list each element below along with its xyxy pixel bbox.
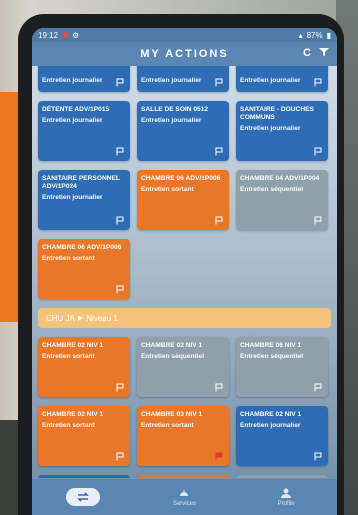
card-room: CHAMBRE 02 NIV 1 bbox=[42, 342, 104, 349]
refresh-button[interactable]: C bbox=[303, 47, 311, 60]
action-card[interactable]: Entretien journalier bbox=[137, 66, 229, 92]
services-icon bbox=[179, 490, 190, 496]
action-card[interactable]: CHAMBRE 06 ADV/1P006 Entretien sortant bbox=[137, 170, 229, 230]
card-task: Entretien sortant bbox=[42, 422, 95, 429]
flag-icon[interactable] bbox=[215, 216, 223, 225]
card-task: Entretien journalier bbox=[240, 422, 301, 429]
signal-icon: ▴ bbox=[298, 30, 303, 40]
action-card[interactable]: CHAMBRE 02 NIV 1 Entretien sortant bbox=[38, 337, 130, 397]
action-card[interactable]: SANITAIRE PERSONNEL ADV/1P024 Entretien j… bbox=[38, 170, 130, 230]
nav-profile-label: Profile bbox=[277, 501, 295, 507]
flag-icon[interactable] bbox=[215, 78, 223, 87]
card-room: SANITAIRE - DOUCHES COMMUNS bbox=[240, 106, 314, 121]
action-card[interactable]: CHAMBRE 02 NIV 1Entretien sortant bbox=[137, 475, 229, 478]
action-card[interactable]: Entretien journalier bbox=[38, 66, 130, 92]
app-header: MY ACTIONS C bbox=[32, 42, 337, 66]
action-card[interactable]: DÉTENTE ADV/1P015 Entretien journalier bbox=[38, 101, 130, 161]
group-level: Niveau 1 bbox=[86, 313, 118, 323]
flag-icon[interactable] bbox=[116, 383, 124, 392]
action-card[interactable]: CHAMBRE 02 NIV 1 Entretien séquentiel bbox=[137, 337, 229, 397]
bottom-navigation: Services Profile bbox=[32, 479, 337, 515]
nav-services-label: Services bbox=[172, 501, 196, 507]
action-card[interactable]: CHAMBRE 04 NIV 1Entretien séquentiel bbox=[236, 475, 328, 478]
page-title: MY ACTIONS bbox=[140, 48, 229, 60]
flag-icon[interactable] bbox=[314, 216, 322, 225]
actions-grid-top: Entretien journalier Entretien journalier… bbox=[38, 66, 331, 299]
nav-services[interactable]: Services bbox=[154, 487, 214, 507]
card-room: CHAMBRE 02 NIV 1 bbox=[141, 342, 203, 349]
card-task: Entretien sortant bbox=[42, 255, 95, 262]
card-room: SANITAIRE PERSONNEL ADV/1P024 bbox=[42, 175, 120, 190]
card-room: SALLE DE SOIN 0512 bbox=[141, 106, 209, 113]
actions-list: Entretien journalier Entretien journalier… bbox=[32, 66, 337, 478]
flag-icon[interactable] bbox=[215, 147, 223, 156]
card-room: CHAMBRE 02 NIV 1 bbox=[42, 411, 104, 418]
card-room: CHAMBRE 06 ADV/1P006 bbox=[42, 244, 122, 251]
card-task: Entretien séquentiel bbox=[141, 353, 205, 360]
flag-icon[interactable] bbox=[116, 147, 124, 156]
flag-icon[interactable] bbox=[314, 78, 322, 87]
settings-status-icon: ⚙ bbox=[72, 30, 80, 40]
card-task: Entretien journalier bbox=[42, 194, 103, 201]
action-card[interactable]: SALLE DE SOIN 0512 Entretien journalier bbox=[137, 101, 229, 161]
record-indicator-icon bbox=[62, 32, 69, 38]
actions-icon bbox=[65, 488, 100, 506]
card-room: CHAMBRE 03 NIV 1 bbox=[141, 411, 203, 418]
chevron-right-icon: ▶ bbox=[77, 315, 84, 322]
flag-icon[interactable] bbox=[116, 216, 124, 225]
card-task: Entretien journalier bbox=[141, 77, 202, 84]
action-card[interactable]: Entretien journalier bbox=[236, 66, 328, 92]
card-room: CHAMBRE 02 NIV 1 bbox=[240, 411, 302, 418]
status-time: 19:12 bbox=[38, 30, 59, 40]
card-room: DÉTENTE ADV/1P015 bbox=[42, 106, 110, 113]
action-card[interactable]: CHAMBRE 04 ADV/1P004 Entretien séquentiel bbox=[236, 170, 328, 230]
nav-profile[interactable]: Profile bbox=[256, 487, 316, 507]
group-header[interactable]: CHU JA ▶ Niveau 1 bbox=[38, 308, 331, 328]
flag-icon[interactable] bbox=[116, 452, 124, 461]
flag-icon[interactable] bbox=[215, 452, 223, 461]
flag-icon[interactable] bbox=[314, 452, 322, 461]
flag-icon[interactable] bbox=[314, 147, 322, 156]
actions-grid-group: CHAMBRE 02 NIV 1 Entretien sortant CHAMBRE… bbox=[38, 337, 331, 478]
status-bar: 19:12 ⚙ ▴ 87% ▮ bbox=[32, 28, 337, 42]
battery-level: 87% bbox=[306, 30, 323, 40]
card-task: Entretien journalier bbox=[42, 77, 103, 84]
action-card[interactable]: CHAMBRE 03 NIV 1Entretien journalier bbox=[38, 475, 130, 478]
card-room: CHAMBRE 06 ADV/1P006 bbox=[141, 175, 221, 182]
card-task: Entretien séquentiel bbox=[240, 353, 304, 360]
action-card[interactable]: CHAMBRE 06 ADV/1P006 Entretien sortant bbox=[38, 239, 130, 299]
card-task: Entretien journalier bbox=[141, 117, 202, 124]
action-card[interactable]: CHAMBRE 02 NIV 1 Entretien journalier bbox=[236, 406, 328, 466]
flag-icon[interactable] bbox=[116, 285, 124, 294]
nav-actions[interactable] bbox=[53, 488, 113, 506]
card-room: CHAMBRE 06 NIV 1 bbox=[240, 342, 302, 349]
card-task: Entretien journalier bbox=[240, 125, 301, 132]
group-site: CHU JA bbox=[46, 313, 75, 323]
profile-icon bbox=[281, 488, 292, 498]
card-room: CHAMBRE 04 ADV/1P004 bbox=[240, 175, 320, 182]
battery-icon: ▮ bbox=[326, 30, 331, 40]
action-card[interactable]: CHAMBRE 03 NIV 1 Entretien sortant bbox=[137, 406, 229, 466]
card-task: Entretien sortant bbox=[141, 186, 194, 193]
card-task: Entretien séquentiel bbox=[240, 186, 304, 193]
card-task: Entretien journalier bbox=[42, 117, 103, 124]
flag-icon[interactable] bbox=[215, 383, 223, 392]
app-screen: 19:12 ⚙ ▴ 87% ▮ MY ACTIONS C Entretien j… bbox=[32, 28, 337, 515]
flag-icon[interactable] bbox=[116, 78, 124, 87]
action-card[interactable]: CHAMBRE 02 NIV 1 Entretien sortant bbox=[38, 406, 130, 466]
action-card[interactable]: CHAMBRE 06 NIV 1 Entretien séquentiel bbox=[236, 337, 328, 397]
filter-icon[interactable] bbox=[319, 47, 329, 60]
card-task: Entretien journalier bbox=[240, 77, 301, 84]
card-task: Entretien sortant bbox=[42, 353, 95, 360]
action-card[interactable]: SANITAIRE - DOUCHES COMMUNS Entretien jou… bbox=[236, 101, 328, 161]
flag-icon[interactable] bbox=[314, 383, 322, 392]
card-task: Entretien sortant bbox=[141, 422, 194, 429]
